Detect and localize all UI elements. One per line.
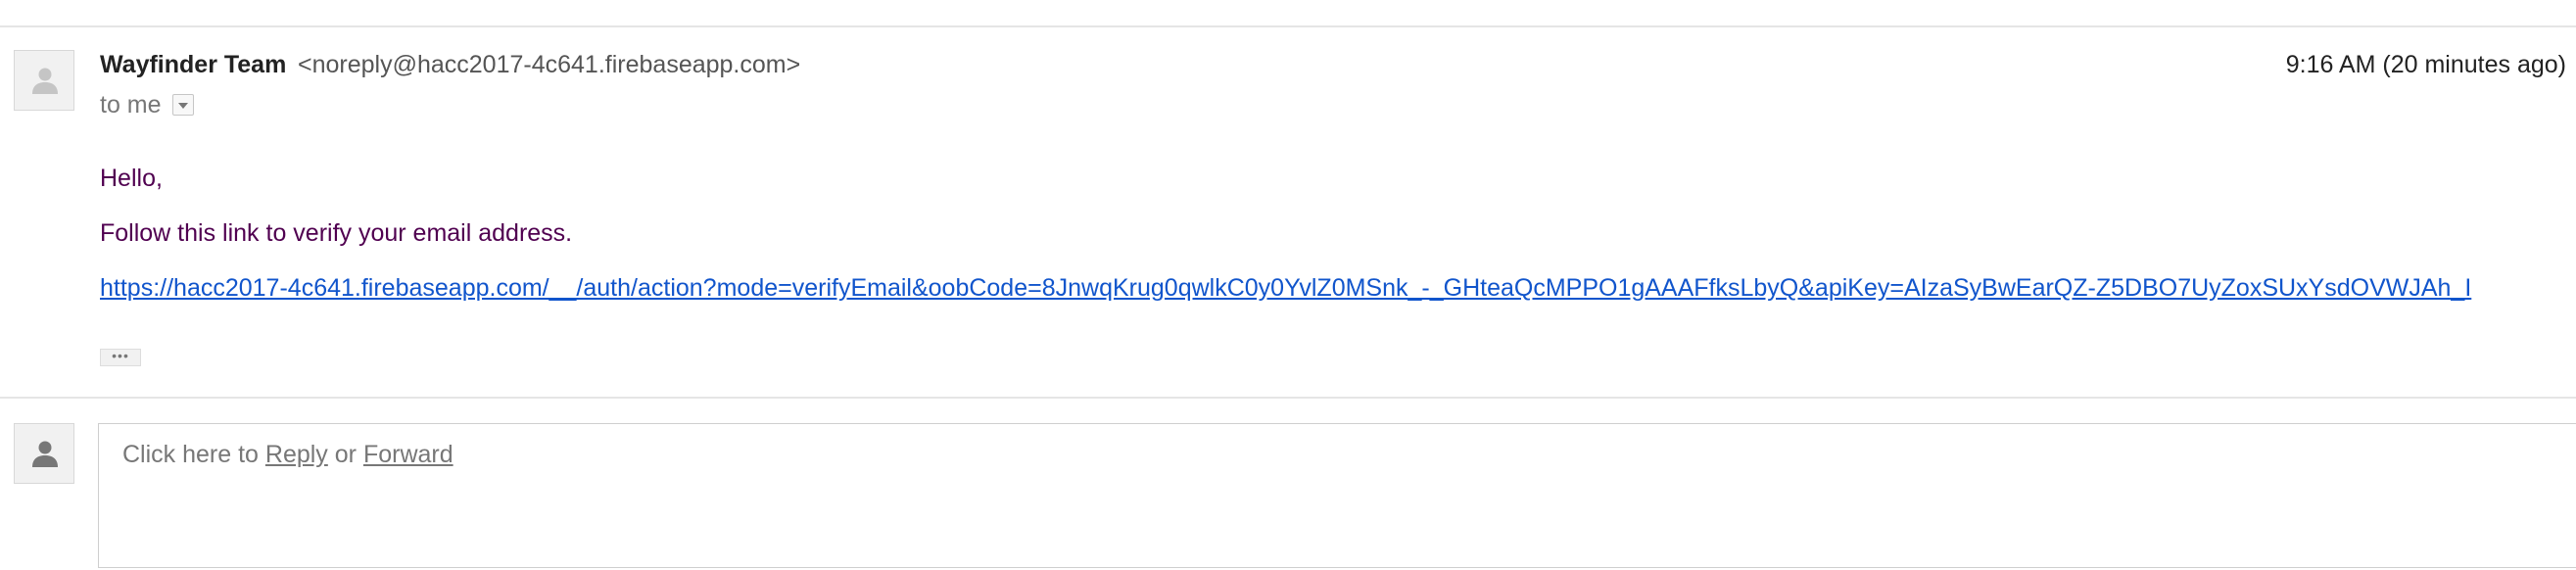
sender-name[interactable]: Wayfinder Team <box>100 51 286 79</box>
sender-avatar <box>14 50 74 111</box>
ellipsis-icon[interactable]: ••• <box>100 349 141 366</box>
reply-prompt[interactable]: Click here to Reply or Forward <box>122 441 453 469</box>
reply-box[interactable] <box>98 423 2576 568</box>
person-icon <box>32 441 58 467</box>
message-divider <box>0 397 2576 399</box>
greeting-text: Hello, <box>100 165 163 192</box>
instruction-text: Follow this link to verify your email ad… <box>100 219 573 247</box>
sender-email: <noreply@hacc2017-4c641.firebaseapp.com> <box>298 51 801 78</box>
reply-prefix: Click here to <box>122 441 265 468</box>
verify-email-link[interactable]: https://hacc2017-4c641.firebaseapp.com/_… <box>100 274 2471 303</box>
reply-link[interactable]: Reply <box>265 441 328 468</box>
top-divider <box>0 25 2576 27</box>
message-timestamp[interactable]: 9:16 AM (20 minutes ago) <box>2286 51 2566 79</box>
user-avatar <box>14 423 74 484</box>
recipient-text: to me <box>100 91 162 119</box>
dropdown-arrow-icon[interactable] <box>172 94 194 116</box>
forward-link[interactable]: Forward <box>363 441 453 468</box>
reply-middle: or <box>327 441 363 468</box>
email-view: Wayfinder Team <noreply@hacc2017-4c641.f… <box>0 0 2576 570</box>
person-icon <box>32 68 58 94</box>
